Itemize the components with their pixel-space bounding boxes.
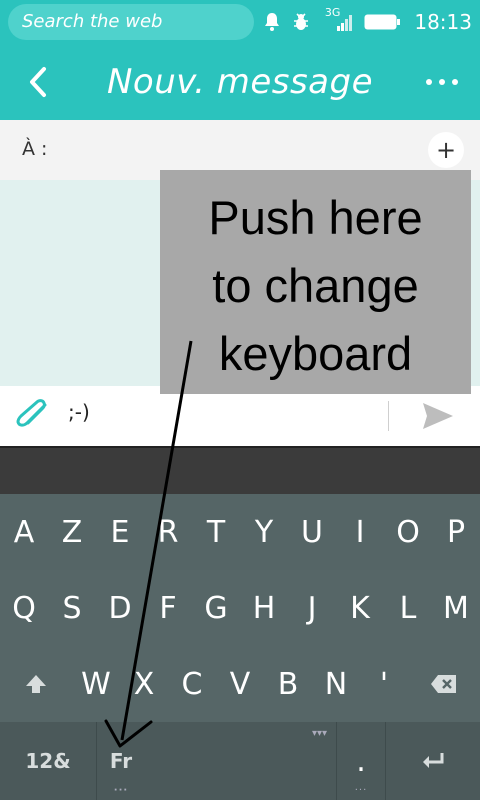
key-p[interactable]: P [432,494,480,570]
keyboard-row-1: AZERTYUIOP [0,494,480,570]
keyboard-row-4: 12& Fr ··· ▾▾▾ . ··· [0,722,480,800]
backspace-key[interactable] [408,646,480,722]
key-m[interactable]: M [432,570,480,646]
add-recipient-button[interactable]: + [428,132,464,168]
enter-key[interactable] [386,722,480,800]
page-title: Nouv. message [106,62,374,102]
language-dots-icon: ··· [113,785,129,796]
status-bar: Search the web 3G 18:13 [0,0,480,44]
enter-icon [423,753,444,768]
shift-icon [26,675,46,693]
key-o[interactable]: O [384,494,432,570]
signal-icon: 3G [321,6,355,32]
compose-bar: ;-) [0,386,480,446]
clock: 18:13 [414,10,472,34]
bell-icon [263,12,281,32]
key-x[interactable]: X [120,646,168,722]
period-dots-icon: ··· [354,785,368,796]
key-h[interactable]: H [240,570,288,646]
keyboard-suggestion-bar [0,446,480,494]
send-icon [423,403,453,429]
more-dots-icon [426,79,458,85]
app-header: Nouv. message [0,44,480,120]
status-icons: 3G 18:13 [253,0,472,44]
period-label: . [356,743,366,779]
key-k[interactable]: K [336,570,384,646]
key-a[interactable]: A [0,494,48,570]
key-e[interactable]: E [96,494,144,570]
annotation-callout: Push here to change keyboard [160,170,471,394]
compose-divider [388,401,389,431]
key-d[interactable]: D [96,570,144,646]
key-y[interactable]: Y [240,494,288,570]
space-key[interactable]: ▾▾▾ [146,722,336,800]
key-g[interactable]: G [192,570,240,646]
symbols-key[interactable]: 12& [0,722,96,800]
key-z[interactable]: Z [48,494,96,570]
to-label: À : [22,138,48,160]
key-j[interactable]: J [288,570,336,646]
key-u[interactable]: U [288,494,336,570]
search-bar[interactable]: Search the web [8,4,254,40]
key-f[interactable]: F [144,570,192,646]
message-input[interactable]: ;-) [68,400,90,424]
shift-key[interactable] [0,646,72,722]
language-label: Fr [109,749,133,773]
key-v[interactable]: V [216,646,264,722]
key-q[interactable]: Q [0,570,48,646]
annotation-text: Push here to change keyboard [208,191,423,380]
key-i[interactable]: I [336,494,384,570]
bug-icon [291,12,311,32]
more-menu-button[interactable] [420,62,464,102]
key-t[interactable]: T [192,494,240,570]
key-b[interactable]: B [264,646,312,722]
language-key[interactable]: Fr ··· [97,722,145,800]
key-s[interactable]: S [48,570,96,646]
key-w[interactable]: W [72,646,120,722]
backspace-icon [431,675,456,693]
period-key[interactable]: . ··· [337,722,385,800]
key-c[interactable]: C [168,646,216,722]
keyboard-switch-icon: ▾▾▾ [312,728,328,739]
back-button[interactable] [18,58,58,106]
keyboard-row-3: W X C V B N ' [0,646,480,722]
chevron-left-icon [30,67,46,97]
key-apostrophe[interactable]: ' [360,646,408,722]
keyboard-row-2: QSDFGHJKLM [0,570,480,646]
key-n[interactable]: N [312,646,360,722]
key-l[interactable]: L [384,570,432,646]
key-r[interactable]: R [144,494,192,570]
keyboard: AZERTYUIOP QSDFGHJKLM W X C V B N ' 12& Fr ···… [0,494,480,800]
attach-button[interactable] [14,398,54,434]
network-type: 3G [324,5,341,19]
send-button[interactable] [414,398,462,434]
paperclip-icon [16,399,47,427]
battery-icon [364,14,401,30]
